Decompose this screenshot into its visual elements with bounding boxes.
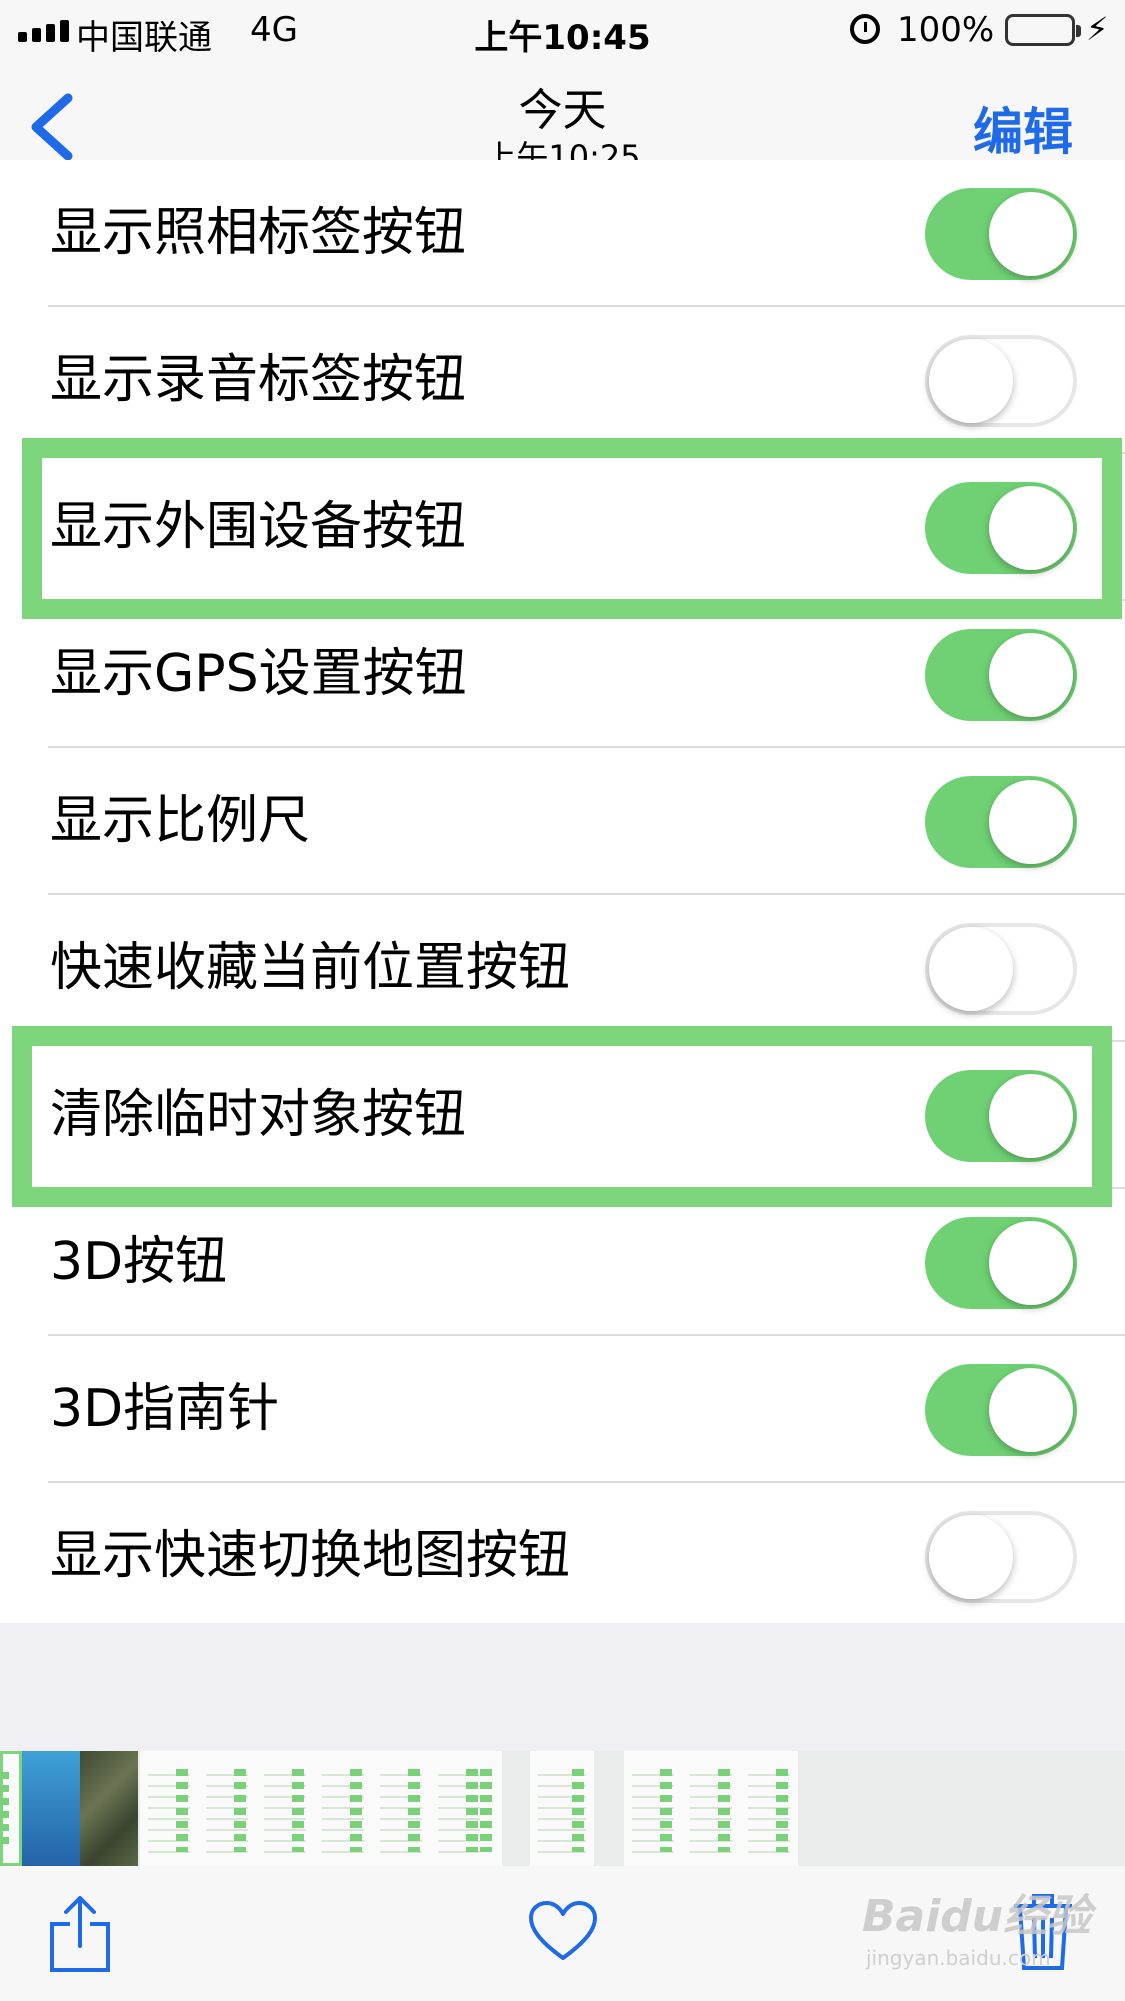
- battery-icon: [1005, 14, 1081, 46]
- toggle-switch[interactable]: [925, 1364, 1077, 1456]
- settings-row-label: 显示录音标签按钮: [50, 350, 467, 410]
- settings-row: 显示录音标签按钮: [0, 307, 1125, 454]
- toggle-knob: [929, 927, 1013, 1011]
- toggle-switch[interactable]: [925, 482, 1077, 574]
- toggle-switch[interactable]: [925, 1070, 1077, 1162]
- page-title: 今天: [518, 85, 607, 136]
- settings-row: 3D指南针: [0, 1336, 1125, 1483]
- thumbnail[interactable]: [140, 1751, 198, 1866]
- list-footer-spacer: [0, 1623, 1125, 1751]
- thumbnail[interactable]: [198, 1751, 256, 1866]
- edit-button[interactable]: 编辑: [973, 92, 1073, 164]
- thumbnail[interactable]: [480, 1751, 502, 1866]
- heart-icon[interactable]: [528, 1900, 598, 1962]
- settings-list: 显示照相标签按钮 显示录音标签按钮 显示外围设备按钮 显示GPS设置按钮 显示比例尺快速…: [0, 160, 1125, 1630]
- share-icon[interactable]: [48, 1894, 112, 1974]
- settings-row: 显示快速切换地图按钮: [0, 1483, 1125, 1630]
- thumbnail[interactable]: [372, 1751, 430, 1866]
- settings-row: 快速收藏当前位置按钮: [0, 895, 1125, 1042]
- thumbnail[interactable]: [256, 1751, 314, 1866]
- watermark-url: jingyan.baidu.com: [866, 1946, 1051, 1970]
- thumbnail-current[interactable]: [530, 1751, 594, 1866]
- toggle-switch[interactable]: [925, 1217, 1077, 1309]
- toggle-knob: [989, 1368, 1073, 1452]
- settings-row-label: 显示比例尺: [50, 791, 311, 851]
- settings-row-label: 显示外围设备按钮: [50, 497, 467, 557]
- toggle-knob: [929, 1515, 1013, 1599]
- thumbnail[interactable]: [0, 1751, 22, 1866]
- battery-percent: 100%: [897, 10, 995, 50]
- thumbnail[interactable]: [22, 1751, 80, 1866]
- toggle-switch[interactable]: [925, 1511, 1077, 1603]
- settings-row-label: 快速收藏当前位置按钮: [50, 938, 571, 998]
- settings-row: 3D按钮: [0, 1189, 1125, 1336]
- thumbnail[interactable]: [624, 1751, 682, 1866]
- settings-row: 显示照相标签按钮: [0, 160, 1125, 307]
- settings-row-label: 显示GPS设置按钮: [50, 644, 467, 704]
- toggle-knob: [989, 192, 1073, 276]
- settings-row-label: 3D指南针: [50, 1379, 280, 1439]
- thumbnail-strip[interactable]: [0, 1751, 1125, 1866]
- toggle-knob: [989, 1221, 1073, 1305]
- toggle-switch[interactable]: [925, 188, 1077, 280]
- alarm-icon: [850, 14, 880, 44]
- toggle-knob: [989, 780, 1073, 864]
- settings-row-label: 3D按钮: [50, 1232, 228, 1292]
- toggle-knob: [989, 1074, 1073, 1158]
- toggle-knob: [929, 339, 1013, 423]
- toggle-switch[interactable]: [925, 776, 1077, 868]
- settings-row-label: 显示快速切换地图按钮: [50, 1526, 571, 1586]
- settings-row: 清除临时对象按钮: [0, 1042, 1125, 1189]
- settings-row: 显示比例尺: [0, 748, 1125, 895]
- toggle-knob: [989, 486, 1073, 570]
- settings-row: 显示外围设备按钮: [0, 454, 1125, 601]
- thumbnail[interactable]: [80, 1751, 138, 1866]
- thumbnail[interactable]: [682, 1751, 740, 1866]
- settings-row-label: 清除临时对象按钮: [50, 1085, 467, 1145]
- watermark: Baidu经验: [862, 1891, 1092, 1942]
- toggle-knob: [989, 633, 1073, 717]
- settings-row: 显示GPS设置按钮: [0, 601, 1125, 748]
- toggle-switch[interactable]: [925, 629, 1077, 721]
- settings-row-label: 显示照相标签按钮: [50, 203, 467, 263]
- thumbnail[interactable]: [740, 1751, 798, 1866]
- toggle-switch[interactable]: [925, 923, 1077, 1015]
- charging-icon: ⚡: [1086, 10, 1109, 48]
- status-bar: 中国联通 4G 上午10:45 100% ⚡: [0, 0, 1125, 64]
- thumbnail[interactable]: [314, 1751, 372, 1866]
- toggle-switch[interactable]: [925, 335, 1077, 427]
